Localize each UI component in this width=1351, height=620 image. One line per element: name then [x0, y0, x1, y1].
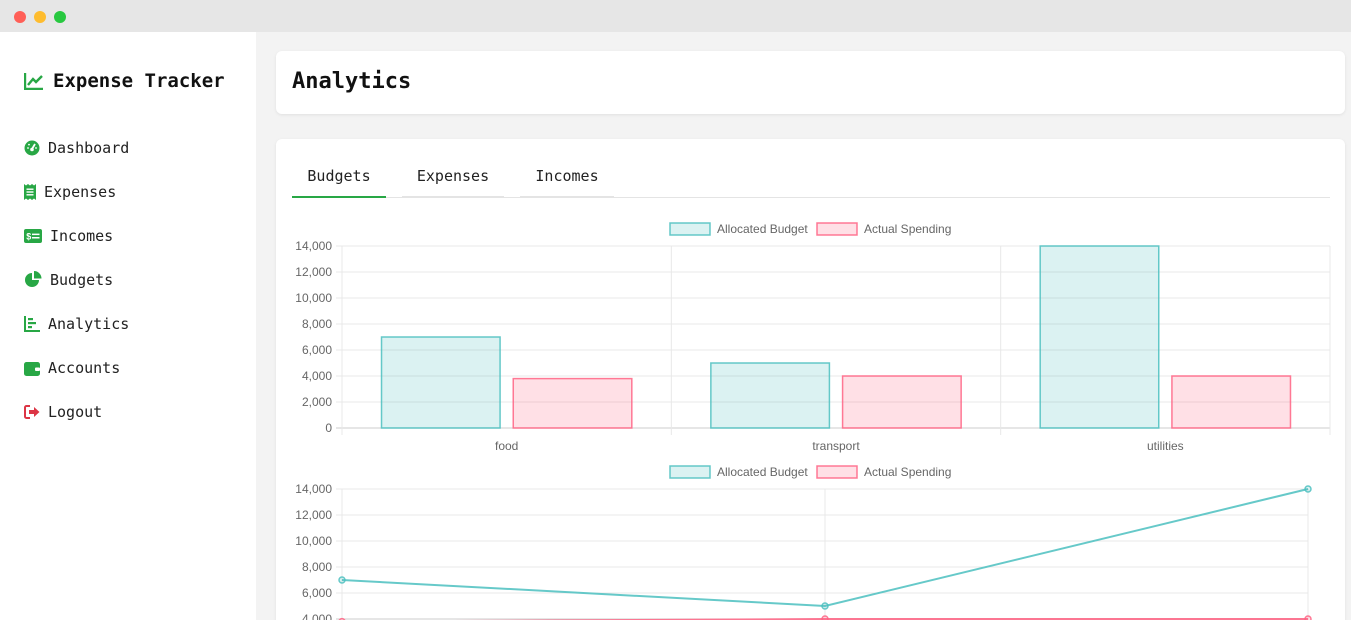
page-header: Analytics: [276, 51, 1345, 114]
page-title: Analytics: [292, 69, 412, 94]
legend-swatch: [669, 222, 711, 236]
money-bill-icon: $: [24, 229, 42, 243]
budget-charts: Allocated Budget Actual Spending 0 2,000 4,0…: [295, 222, 1331, 620]
data-point: [338, 576, 346, 584]
bar: [380, 336, 501, 429]
sidebar-item-analytics[interactable]: Analytics: [24, 315, 129, 333]
x-tick-label: food: [495, 439, 518, 453]
y-tick-label: 6,000: [302, 586, 332, 600]
analytics-panel: Budgets Expenses Incomes Allocated Budge…: [276, 139, 1345, 620]
legend-label: Actual Spending: [864, 465, 951, 479]
x-tick-label: utilities: [1147, 439, 1184, 453]
y-tick-label: 4,000: [302, 369, 332, 383]
data-point: [1304, 615, 1312, 620]
maximize-window-button[interactable]: [54, 11, 66, 23]
bar: [710, 362, 831, 429]
y-tick-label: 4,000: [302, 612, 332, 620]
sidebar-item-label: Budgets: [50, 271, 114, 289]
logout-icon: [24, 405, 40, 419]
sidebar-item-label: Analytics: [48, 315, 130, 333]
app-title: Expense Tracker: [53, 70, 225, 92]
svg-text:$: $: [26, 232, 31, 242]
window-titlebar: [0, 0, 1351, 32]
sidebar-item-incomes[interactable]: $ Incomes: [24, 227, 113, 245]
y-tick-label: 6,000: [302, 343, 332, 357]
sidebar-item-expenses[interactable]: Expenses: [24, 183, 116, 201]
minimize-window-button[interactable]: [34, 11, 46, 23]
sidebar-item-dashboard[interactable]: Dashboard: [24, 139, 129, 157]
sidebar-item-label: Accounts: [48, 359, 121, 377]
legend-swatch: [669, 465, 711, 479]
sidebar-item-label: Dashboard: [48, 139, 130, 157]
y-tick-label: 14,000: [295, 482, 332, 496]
legend-label: Allocated Budget: [717, 465, 808, 479]
line-chart-icon: [24, 73, 43, 90]
sidebar-item-accounts[interactable]: Accounts: [24, 359, 120, 377]
sidebar-item-label: Logout: [48, 403, 103, 421]
sidebar-item-label: Expenses: [44, 183, 117, 201]
data-point: [1304, 485, 1312, 493]
y-tick-label: 10,000: [295, 291, 332, 305]
y-tick-label: 12,000: [295, 265, 332, 279]
pie-chart-icon: [25, 271, 42, 287]
legend-label: Actual Spending: [864, 222, 951, 236]
sidebar: Expense Tracker Dashboard Expenses $ Inc…: [0, 32, 256, 620]
bar: [1039, 245, 1160, 429]
receipt-icon: [24, 184, 36, 200]
data-point: [821, 602, 829, 610]
y-tick-label: 12,000: [295, 508, 332, 522]
x-tick-label: transport: [812, 439, 860, 453]
bar: [1171, 375, 1292, 429]
y-tick-label: 0: [325, 421, 332, 435]
y-tick-label: 14,000: [295, 239, 332, 253]
bar: [512, 377, 633, 429]
y-tick-label: 2,000: [302, 395, 332, 409]
wallet-icon: [24, 361, 40, 376]
legend-swatch: [816, 222, 858, 236]
bar: [841, 375, 962, 429]
bar-chart-icon: [24, 316, 40, 332]
sidebar-item-label: Incomes: [50, 227, 114, 245]
sidebar-item-budgets[interactable]: Budgets: [24, 271, 113, 289]
y-tick-label: 8,000: [302, 317, 332, 331]
legend-label: Allocated Budget: [717, 222, 808, 236]
y-tick-label: 10,000: [295, 534, 332, 548]
brand[interactable]: Expense Tracker: [24, 70, 225, 92]
legend-swatch: [816, 465, 858, 479]
close-window-button[interactable]: [14, 11, 26, 23]
y-tick-label: 8,000: [302, 560, 332, 574]
data-point: [821, 615, 829, 620]
sidebar-item-logout[interactable]: Logout: [24, 403, 102, 421]
gauge-icon: [24, 140, 40, 156]
